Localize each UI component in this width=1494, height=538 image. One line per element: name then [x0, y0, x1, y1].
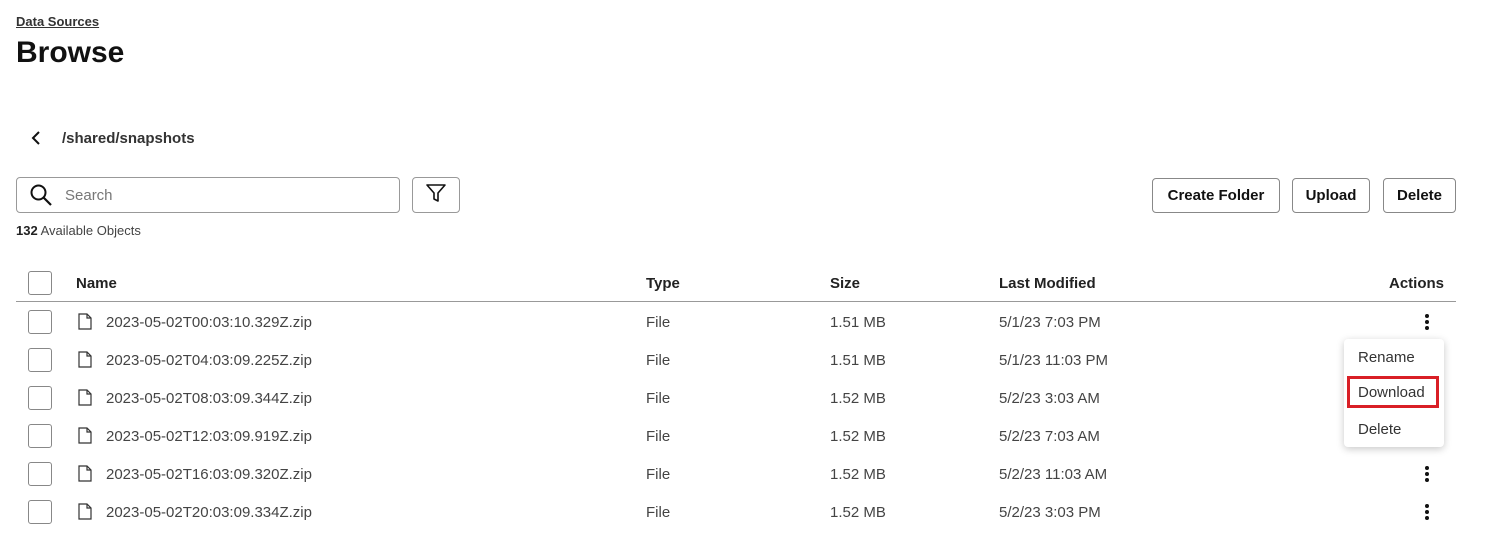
- table-row[interactable]: 2023-05-02T08:03:09.344Z.zip File 1.52 MB 5…: [16, 379, 1456, 417]
- column-header-name[interactable]: Name: [76, 275, 117, 292]
- file-icon: [78, 465, 92, 482]
- object-count-label: Available Objects: [40, 223, 141, 238]
- column-header-last-modified[interactable]: Last Modified: [999, 275, 1096, 292]
- file-name[interactable]: 2023-05-02T16:03:09.320Z.zip: [106, 466, 312, 483]
- object-count: 132 Available Objects: [16, 223, 141, 238]
- file-name[interactable]: 2023-05-02T04:03:09.225Z.zip: [106, 352, 312, 369]
- file-icon: [78, 503, 92, 520]
- file-last-modified: 5/2/23 11:03 AM: [999, 466, 1108, 483]
- menu-item-rename[interactable]: Rename: [1344, 341, 1444, 373]
- file-type: File: [646, 428, 671, 445]
- file-icon: [78, 389, 92, 406]
- page-title: Browse: [16, 36, 125, 69]
- breadcrumb-data-sources[interactable]: Data Sources: [16, 14, 99, 29]
- file-size: 1.51 MB: [830, 352, 886, 369]
- file-last-modified: 5/2/23 7:03 AM: [999, 428, 1100, 445]
- table-row[interactable]: 2023-05-02T00:03:10.329Z.zip File 1.51 MB 5…: [16, 303, 1456, 341]
- kebab-menu-icon[interactable]: [1416, 310, 1438, 334]
- file-icon: [78, 351, 92, 368]
- delete-button[interactable]: Delete: [1383, 178, 1456, 213]
- search-icon: [29, 183, 53, 207]
- file-type: File: [646, 466, 671, 483]
- file-size: 1.52 MB: [830, 428, 886, 445]
- file-name[interactable]: 2023-05-02T08:03:09.344Z.zip: [106, 390, 312, 407]
- table-row[interactable]: 2023-05-02T16:03:09.320Z.zip File 1.52 MB 5…: [16, 455, 1456, 493]
- file-size: 1.51 MB: [830, 314, 886, 331]
- file-name[interactable]: 2023-05-02T12:03:09.919Z.zip: [106, 428, 312, 445]
- table-row[interactable]: 2023-05-02T20:03:09.334Z.zip File 1.52 MB 5…: [16, 493, 1456, 531]
- filter-button[interactable]: [412, 177, 460, 213]
- row-checkbox[interactable]: [28, 500, 52, 524]
- table-row[interactable]: 2023-05-02T12:03:09.919Z.zip File 1.52 MB 5…: [16, 417, 1456, 455]
- search-box[interactable]: [16, 177, 400, 213]
- row-checkbox[interactable]: [28, 348, 52, 372]
- create-folder-button[interactable]: Create Folder: [1152, 178, 1280, 213]
- kebab-menu-icon[interactable]: [1416, 462, 1438, 486]
- file-type: File: [646, 352, 671, 369]
- current-path: /shared/snapshots: [62, 130, 195, 147]
- menu-item-download[interactable]: Download: [1347, 376, 1439, 408]
- chevron-left-icon[interactable]: [24, 126, 48, 150]
- file-size: 1.52 MB: [830, 390, 886, 407]
- column-header-type[interactable]: Type: [646, 275, 680, 292]
- file-icon: [78, 427, 92, 444]
- upload-button[interactable]: Upload: [1292, 178, 1370, 213]
- file-last-modified: 5/2/23 3:03 AM: [999, 390, 1100, 407]
- kebab-menu-icon[interactable]: [1416, 500, 1438, 524]
- row-checkbox[interactable]: [28, 310, 52, 334]
- filter-icon: [425, 182, 447, 209]
- file-type: File: [646, 504, 671, 521]
- column-header-actions: Actions: [1389, 275, 1445, 292]
- search-input[interactable]: [65, 186, 385, 204]
- row-checkbox[interactable]: [28, 424, 52, 448]
- row-actions-menu: Rename Download Delete: [1344, 339, 1444, 447]
- file-type: File: [646, 390, 671, 407]
- menu-item-delete[interactable]: Delete: [1344, 413, 1444, 445]
- object-count-number: 132: [16, 223, 38, 238]
- file-last-modified: 5/1/23 7:03 PM: [999, 314, 1101, 331]
- column-header-size[interactable]: Size: [830, 275, 860, 292]
- file-size: 1.52 MB: [830, 504, 886, 521]
- file-type: File: [646, 314, 671, 331]
- table-row[interactable]: 2023-05-02T04:03:09.225Z.zip File 1.51 MB 5…: [16, 341, 1456, 379]
- row-checkbox[interactable]: [28, 462, 52, 486]
- row-checkbox[interactable]: [28, 386, 52, 410]
- file-name[interactable]: 2023-05-02T20:03:09.334Z.zip: [106, 504, 312, 521]
- select-all-checkbox[interactable]: [28, 271, 52, 295]
- file-icon: [78, 313, 92, 330]
- file-last-modified: 5/2/23 3:03 PM: [999, 504, 1101, 521]
- table-header: Name Type Size Last Modified Actions: [16, 268, 1456, 302]
- file-size: 1.52 MB: [830, 466, 886, 483]
- file-last-modified: 5/1/23 11:03 PM: [999, 352, 1108, 369]
- file-name[interactable]: 2023-05-02T00:03:10.329Z.zip: [106, 314, 312, 331]
